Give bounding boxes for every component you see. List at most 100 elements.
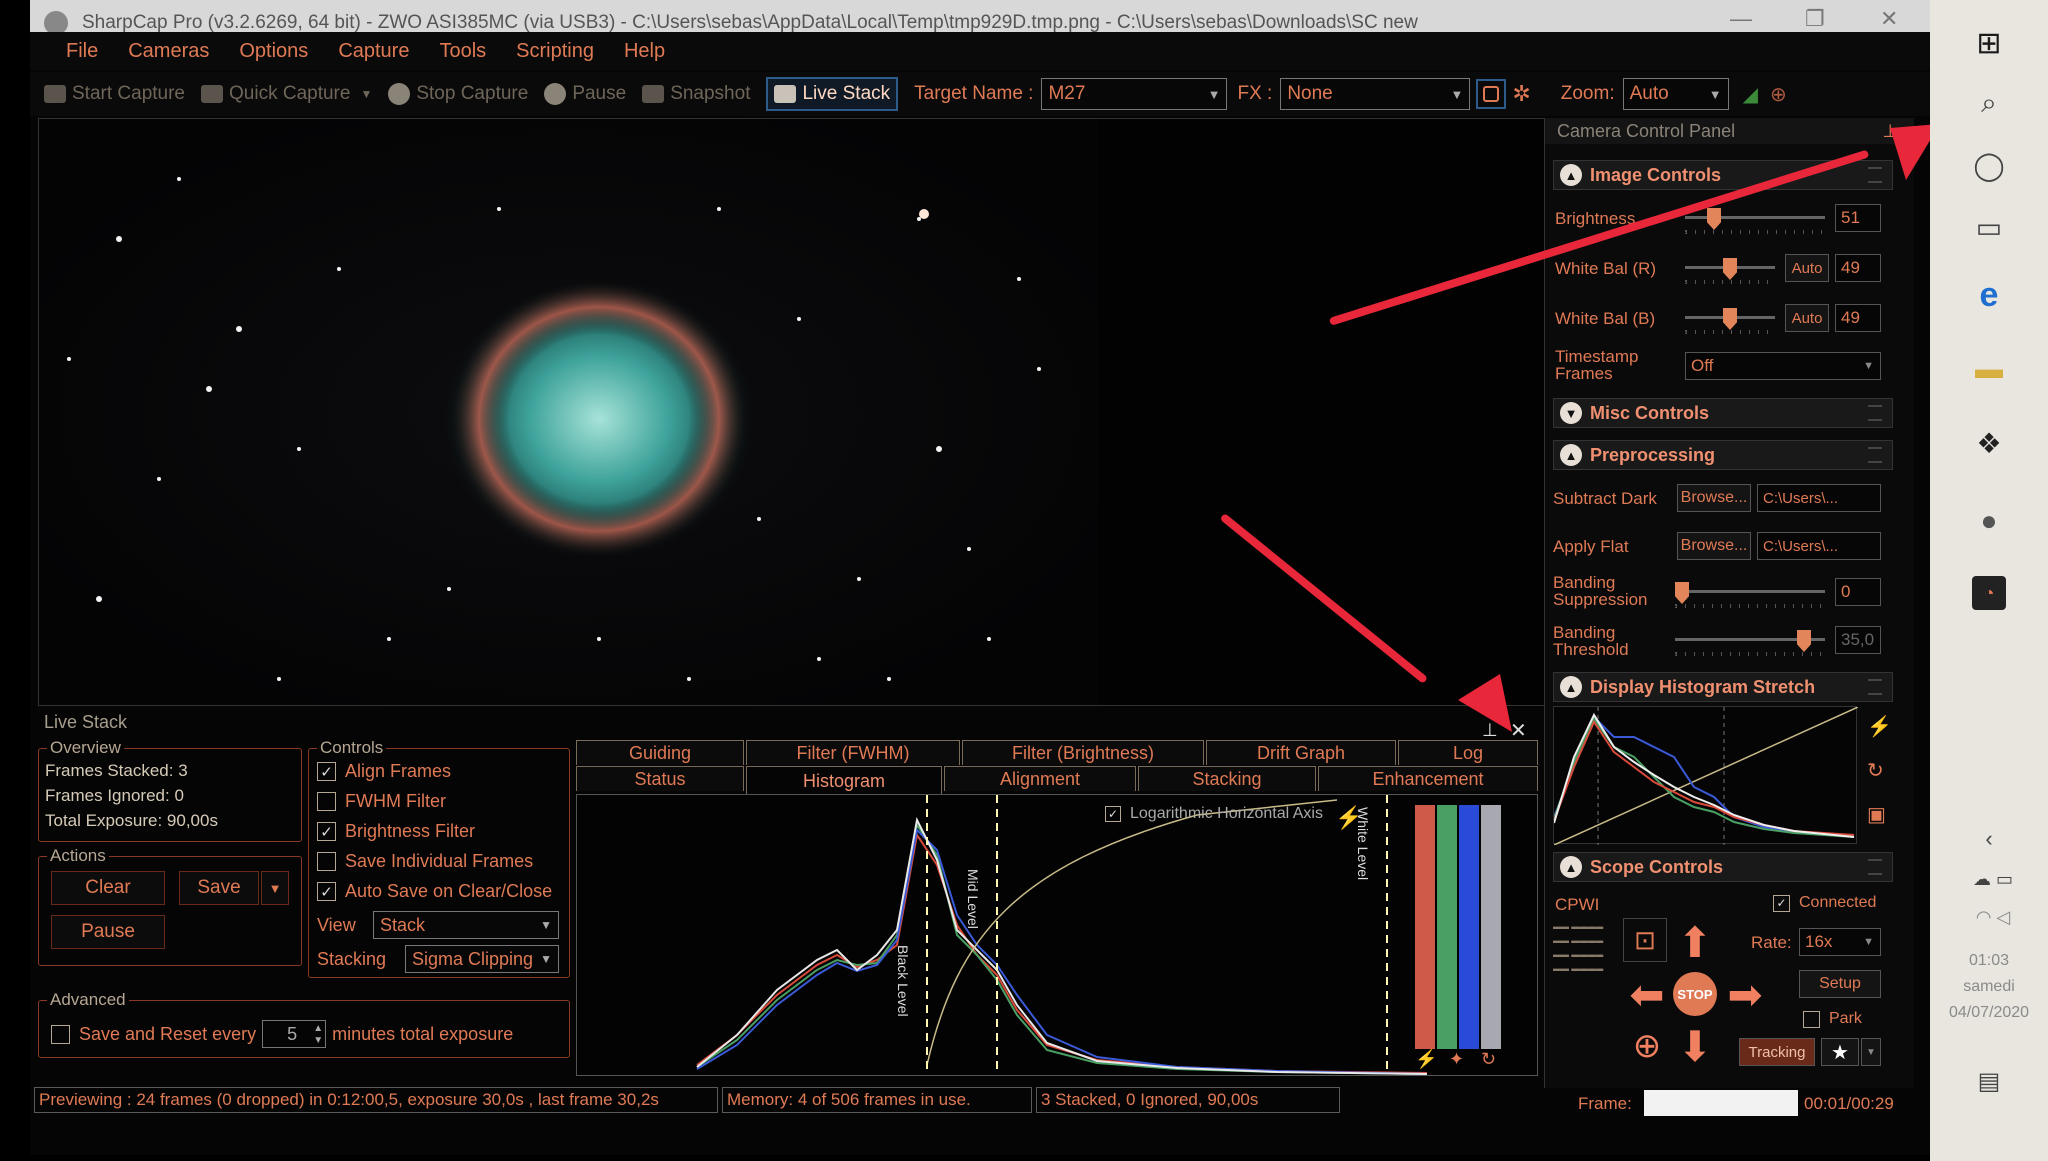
banding-suppression-value[interactable]: 0 [1835, 578, 1881, 606]
white-bal-b-value[interactable]: 49 [1835, 304, 1881, 332]
white-bal-b-slider[interactable] [1685, 308, 1775, 334]
tray-icons[interactable]: ☁ ▭ [1958, 862, 2028, 896]
auto-stretch-icon[interactable]: ⚡ [1867, 714, 1892, 739]
tab-status[interactable]: Status [576, 766, 744, 791]
align-frames-checkbox[interactable]: ✓ [317, 762, 336, 781]
task-view-icon[interactable]: ▭ [1972, 210, 2006, 244]
taskbar-time[interactable]: 01:03 [1930, 952, 2048, 970]
stepper-arrows-icon[interactable]: ▲ ▼ [313, 1023, 323, 1047]
zoom-select[interactable]: Auto ▼ [1622, 78, 1729, 110]
subtract-dark-browse-button[interactable]: Browse... [1677, 484, 1751, 512]
save-reset-row[interactable]: Save and Reset every 5 ▲ ▼ minutes total e… [51, 1020, 513, 1048]
stop-capture-button[interactable]: Stop Capture [388, 83, 528, 105]
banding-threshold-value[interactable]: 35,0 [1835, 626, 1881, 654]
live-stack-button[interactable]: Live Stack [766, 77, 899, 111]
setup-button[interactable]: Setup [1799, 970, 1881, 998]
menu-cameras[interactable]: Cameras [128, 40, 209, 63]
star-stretch-icon[interactable]: ✦ [1449, 1049, 1464, 1070]
apply-flat-browse-button[interactable]: Browse... [1677, 532, 1751, 560]
white-bal-r-slider[interactable] [1685, 258, 1775, 284]
windows-start-icon[interactable]: ⊞ [1972, 26, 2006, 60]
menu-options[interactable]: Options [239, 40, 308, 63]
close-icon[interactable]: ✕ [1880, 6, 1898, 32]
auto-stretch-icon[interactable]: ⚡ [1415, 1049, 1437, 1070]
frame-progress-bar[interactable] [1644, 1090, 1798, 1116]
auto-save-checkbox[interactable]: ✓ [317, 882, 336, 901]
tab-stacking[interactable]: Stacking [1138, 766, 1316, 791]
quick-capture-button[interactable]: Quick Capture ▼ [201, 83, 372, 105]
image-preview[interactable] [38, 118, 1546, 706]
view-select[interactable]: Stack ▼ [373, 911, 559, 939]
park-row[interactable]: Park [1803, 1010, 1862, 1028]
brightness-value[interactable]: 51 [1835, 204, 1881, 232]
brightness-slider[interactable] [1685, 208, 1825, 234]
brightness-filter-checkbox[interactable]: ✓ [317, 822, 336, 841]
connected-checkbox[interactable]: ✓ [1773, 894, 1790, 912]
star-icon[interactable]: ★ [1821, 1038, 1859, 1066]
green-level-bar[interactable] [1437, 805, 1457, 1049]
arrow-up-icon[interactable]: ⬆ [1671, 918, 1719, 966]
snapshot-button[interactable]: Snapshot [642, 83, 750, 105]
menu-scripting[interactable]: Scripting [516, 40, 594, 63]
pause-stack-button[interactable]: Pause [51, 915, 165, 949]
edge-browser-icon[interactable]: e [1972, 276, 2006, 314]
save-stretch-icon[interactable]: ▣ [1867, 802, 1886, 827]
chevron-left-icon[interactable]: ‹ [1972, 822, 2006, 856]
red-level-bar[interactable] [1415, 805, 1435, 1049]
log-axis-checkbox[interactable]: ✓ [1105, 806, 1121, 822]
fx-select[interactable]: None ▼ [1280, 78, 1471, 110]
tab-alignment[interactable]: Alignment [944, 766, 1136, 791]
tab-histogram[interactable]: Histogram [746, 766, 942, 796]
taskbar-day[interactable]: samedi [1930, 978, 2048, 996]
arrow-down-icon[interactable]: ⬇ [1671, 1022, 1719, 1070]
fx-select-area-button[interactable] [1476, 79, 1507, 109]
save-individual-checkbox[interactable] [317, 852, 336, 871]
target-name-input[interactable]: M27 ▼ [1041, 78, 1228, 110]
histogram-panel[interactable]: Black Level Mid Level White Level ✓ Logar… [576, 794, 1538, 1076]
misc-controls-header[interactable]: ▼ Misc Controls [1553, 398, 1893, 428]
tab-filter-fwhm[interactable]: Filter (FWHM) [746, 740, 960, 765]
crosshair-icon[interactable]: ✲ [1512, 81, 1530, 107]
goto-home-icon[interactable]: ⊡ [1623, 918, 1667, 962]
clear-button[interactable]: Clear [51, 871, 165, 905]
fwhm-filter-checkbox[interactable] [317, 792, 336, 811]
display-histogram-chart[interactable] [1553, 706, 1859, 846]
menu-tools[interactable]: Tools [439, 40, 486, 63]
apply-flat-path-select[interactable]: C:\Users\... [1757, 532, 1881, 560]
reset-stretch-icon[interactable]: ↻ [1867, 758, 1884, 783]
minutes-stepper[interactable]: 5 ▲ ▼ [262, 1020, 327, 1048]
preprocessing-header[interactable]: ▲ Preprocessing [1553, 440, 1893, 470]
file-explorer-icon[interactable]: ▬ [1972, 352, 2006, 386]
tab-filter-brightness[interactable]: Filter (Brightness) [962, 740, 1204, 765]
display-histogram-header[interactable]: ▲ Display Histogram Stretch [1553, 672, 1893, 702]
tab-guiding[interactable]: Guiding [576, 740, 744, 765]
brightness-filter-row[interactable]: ✓ Brightness Filter [317, 821, 475, 842]
white-bal-r-auto-button[interactable]: Auto [1785, 254, 1829, 282]
menu-file[interactable]: File [66, 40, 98, 63]
app-orb-icon[interactable]: ● [1972, 504, 2006, 538]
crosshair-target-icon[interactable]: ⊕ [1623, 1022, 1671, 1070]
cortana-icon[interactable]: ◯ [1972, 148, 2006, 182]
maximize-icon[interactable]: ❐ [1805, 6, 1825, 32]
align-frames-row[interactable]: ✓ Align Frames [317, 761, 451, 782]
lightning-icon[interactable]: ⚡ [1335, 805, 1362, 831]
zoom-icon[interactable]: ⊕ [1770, 82, 1787, 107]
tracking-button[interactable]: Tracking [1739, 1038, 1815, 1066]
menu-capture[interactable]: Capture [338, 40, 409, 63]
subtract-dark-path-select[interactable]: C:\Users\... [1757, 484, 1881, 512]
tab-log[interactable]: Log [1398, 740, 1538, 765]
save-options-chevron-icon[interactable]: ▼ [261, 871, 289, 905]
log-axis-row[interactable]: ✓ Logarithmic Horizontal Axis [1105, 805, 1323, 823]
pause-button[interactable]: Pause [544, 83, 626, 105]
white-level-bar[interactable] [1481, 805, 1501, 1049]
save-reset-checkbox[interactable] [51, 1024, 70, 1044]
arrow-right-icon[interactable]: ➡ [1721, 970, 1769, 1018]
minimize-icon[interactable]: — [1730, 6, 1752, 32]
stop-button[interactable]: STOP [1673, 972, 1717, 1016]
tracking-options-chevron-icon[interactable]: ▼ [1861, 1038, 1881, 1066]
save-individual-row[interactable]: Save Individual Frames [317, 851, 533, 872]
stacking-select[interactable]: Sigma Clipping ▼ [405, 945, 559, 973]
reset-icon[interactable]: ↻ [1481, 1049, 1496, 1070]
fwhm-filter-row[interactable]: FWHM Filter [317, 791, 446, 812]
banding-threshold-slider[interactable] [1675, 630, 1825, 656]
